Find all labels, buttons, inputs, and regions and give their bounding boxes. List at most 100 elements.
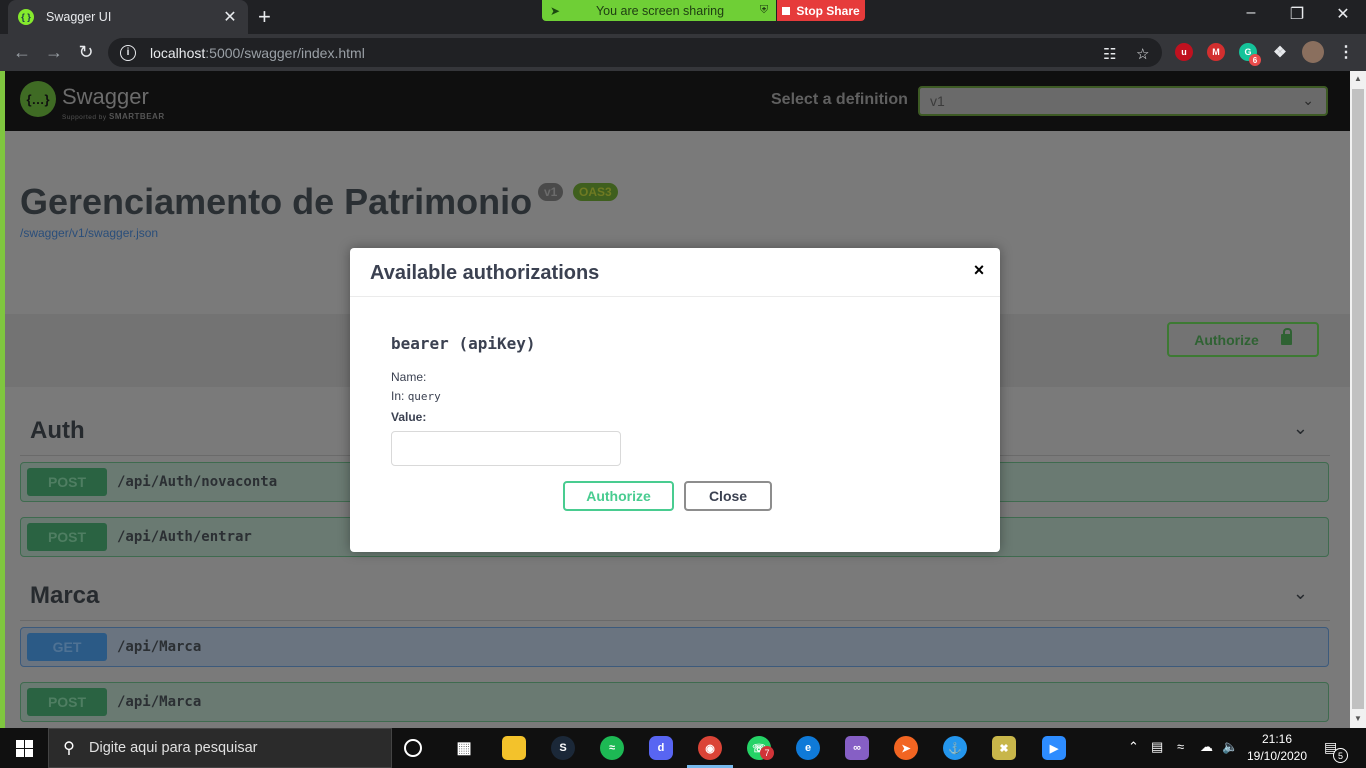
- taskbar-search[interactable]: ⚲ Digite aqui para pesquisar: [48, 728, 392, 768]
- onedrive-cloud-icon[interactable]: ☁: [1200, 739, 1213, 755]
- clock-date: 19/10/2020: [1246, 749, 1308, 763]
- operation-row[interactable]: GET /api/Marca: [20, 627, 1329, 667]
- stop-icon: [782, 6, 791, 15]
- start-button[interactable]: [0, 728, 48, 768]
- address-bar[interactable]: i localhost:5000/swagger/index.html ☷ ☆: [108, 38, 1162, 67]
- window-close-button[interactable]: ✕: [1320, 4, 1366, 24]
- authorize-label: Authorize: [1194, 331, 1259, 348]
- notification-count: 5: [1333, 748, 1348, 763]
- tray-chevron-up-icon[interactable]: ⌃: [1128, 739, 1139, 755]
- operation-path: /api/Marca: [117, 639, 202, 655]
- authorize-button[interactable]: Authorize: [1167, 322, 1319, 357]
- ublock-icon[interactable]: u: [1175, 43, 1193, 61]
- chevron-down-icon: ⌄: [1302, 92, 1314, 108]
- version-badge: v1: [538, 183, 564, 201]
- tab-title: Swagger UI: [46, 10, 112, 24]
- select-definition-label: Select a definition: [771, 91, 908, 108]
- visual-studio-icon[interactable]: ∞: [845, 736, 869, 760]
- page-title: Gerenciamento de Patrimonio: [20, 181, 533, 222]
- site-info-icon[interactable]: i: [120, 44, 136, 61]
- zoom-icon[interactable]: ▶: [1042, 736, 1066, 760]
- browser-tab-strip: { } Swagger UI ✕ + ➤ You are screen shar…: [0, 0, 1366, 34]
- scheme-heading: bearer (apiKey): [391, 334, 536, 353]
- logo-sub-brand: SMARTBEAR: [108, 112, 165, 121]
- method-badge: POST: [27, 468, 107, 496]
- new-tab-button[interactable]: +: [258, 6, 271, 28]
- scroll-up-icon[interactable]: ▲: [1350, 74, 1366, 83]
- definition-select[interactable]: v1 ⌄: [918, 86, 1328, 116]
- search-placeholder: Digite aqui para pesquisar: [89, 740, 258, 756]
- method-badge: GET: [27, 633, 107, 661]
- extensions-puzzle-icon[interactable]: ❖: [1271, 43, 1289, 61]
- profile-avatar[interactable]: [1302, 41, 1324, 63]
- restore-button[interactable]: ❐: [1274, 4, 1320, 24]
- task-view-icon[interactable]: ▦: [452, 736, 476, 760]
- tag-header-marca[interactable]: Marca ⌄: [20, 569, 1330, 621]
- file-explorer-icon[interactable]: [502, 736, 526, 760]
- wifi-icon[interactable]: ≈: [1177, 739, 1184, 754]
- minimize-button[interactable]: –: [1228, 4, 1274, 22]
- in-field: In: query: [391, 389, 441, 403]
- method-badge: POST: [27, 688, 107, 716]
- url-path: :5000/swagger/index.html: [205, 44, 365, 61]
- docker-icon[interactable]: ⚓: [943, 736, 967, 760]
- operation-row[interactable]: POST /api/Marca: [20, 682, 1329, 722]
- operation-path: /api/Auth/novaconta: [117, 474, 278, 490]
- browser-menu-icon[interactable]: ⋮: [1337, 43, 1355, 61]
- name-label: Name:: [391, 370, 427, 384]
- translate-icon[interactable]: ☷: [1103, 45, 1116, 63]
- url-host: localhost: [150, 44, 206, 61]
- bookmark-star-icon[interactable]: ☆: [1136, 45, 1149, 63]
- tag-name: Marca: [30, 582, 100, 609]
- modal-authorize-button[interactable]: Authorize: [563, 481, 674, 511]
- grammarly-badge: 6: [1249, 54, 1261, 66]
- definition-value: v1: [930, 93, 945, 109]
- browser-tab[interactable]: { } Swagger UI ✕: [8, 0, 248, 34]
- auth-modal: Available authorizations × bearer (apiKe…: [350, 248, 1000, 552]
- snipping-tool-icon[interactable]: ✖: [992, 736, 1016, 760]
- scheme-type: (apiKey): [458, 334, 536, 353]
- reload-icon[interactable]: ↻: [75, 42, 97, 63]
- forward-arrow-icon[interactable]: →: [43, 42, 65, 63]
- chevron-down-icon[interactable]: ⌄: [1293, 583, 1308, 604]
- modal-close-button[interactable]: Close: [684, 481, 772, 511]
- value-input[interactable]: [391, 431, 621, 466]
- discord-icon[interactable]: d: [649, 736, 673, 760]
- chrome-icon[interactable]: ◉: [698, 736, 722, 760]
- chevron-down-icon[interactable]: ⌄: [1293, 418, 1308, 439]
- value-label: Value:: [391, 410, 427, 424]
- screen-sharing-text: You are screen sharing: [595, 3, 725, 18]
- clock-time: 21:16: [1261, 732, 1293, 746]
- tab-close-icon[interactable]: ✕: [222, 7, 238, 27]
- close-icon[interactable]: ×: [971, 260, 987, 281]
- spec-json-link[interactable]: /swagger/v1/swagger.json: [20, 226, 158, 240]
- volume-icon[interactable]: 🔈: [1222, 739, 1238, 755]
- battery-icon[interactable]: ▤: [1151, 739, 1163, 755]
- oas-badge: OAS3: [573, 183, 618, 201]
- tag-name: Auth: [30, 417, 85, 444]
- logo-sub-prefix: Supported by: [62, 114, 107, 121]
- postman-icon[interactable]: ➤: [894, 736, 918, 760]
- mega-icon[interactable]: M: [1207, 43, 1225, 61]
- taskbar-clock[interactable]: 21:16 19/10/2020: [1244, 731, 1310, 765]
- scrollbar-thumb[interactable]: [1352, 89, 1364, 709]
- swagger-topbar: {…} Swagger Supported by SMARTBEAR Selec…: [5, 71, 1350, 131]
- steam-icon[interactable]: S: [551, 736, 575, 760]
- swagger-favicon-icon: { }: [18, 9, 34, 25]
- cortana-icon[interactable]: [404, 739, 422, 757]
- stop-share-label: Stop Share: [796, 3, 860, 18]
- stop-share-button[interactable]: Stop Share: [777, 0, 865, 21]
- browser-toolbar: ← → ↻ i localhost:5000/swagger/index.htm…: [0, 34, 1366, 71]
- scheme-name: bearer: [391, 334, 449, 353]
- page-scrollbar[interactable]: ▲ ▼: [1350, 71, 1366, 728]
- in-label: In:: [391, 389, 405, 403]
- search-icon: ⚲: [63, 740, 75, 757]
- back-arrow-icon[interactable]: ←: [11, 42, 33, 63]
- swagger-logo-icon: {…}: [20, 81, 56, 117]
- spotify-icon[interactable]: ≈: [600, 736, 624, 760]
- method-badge: POST: [27, 523, 107, 551]
- swagger-logo-text: Swagger: [62, 84, 149, 109]
- edge-icon[interactable]: e: [796, 736, 820, 760]
- swagger-logo-sub: Supported by SMARTBEAR: [62, 112, 165, 121]
- scroll-down-icon[interactable]: ▼: [1350, 714, 1366, 723]
